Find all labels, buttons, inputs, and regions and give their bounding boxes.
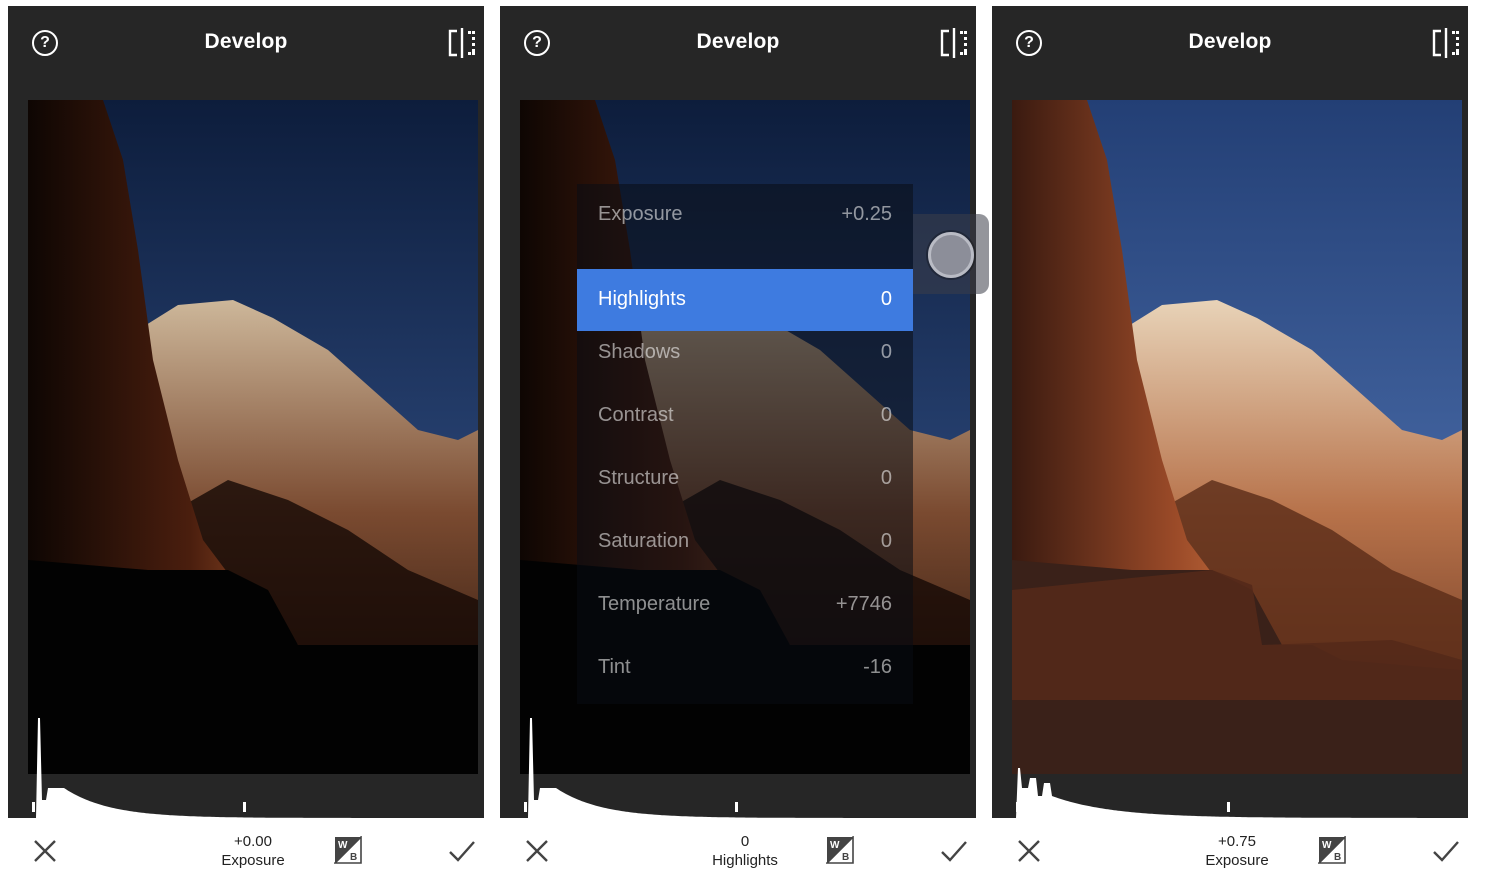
adjustment-value: 0 (740, 833, 750, 850)
canyon-photo (1012, 100, 1462, 774)
white-balance-icon[interactable]: W B (826, 836, 854, 864)
adjustment-readout[interactable]: +0.00 Exposure (153, 832, 353, 870)
histogram (1012, 768, 1468, 818)
screen-title: Develop (1188, 30, 1272, 53)
editor-panel-2: ? Develop Exposure +0.25 Highlights 0 Shad… (500, 6, 989, 878)
histogram-marker-center (243, 802, 246, 812)
menu-item-saturation[interactable]: Saturation 0 (577, 511, 913, 573)
menu-item-contrast[interactable]: Contrast 0 (577, 385, 913, 447)
compare-icon[interactable] (448, 28, 476, 58)
checkmark-icon[interactable] (448, 838, 476, 864)
compare-icon[interactable] (1432, 28, 1460, 58)
bottom-bar: +0.00 Exposure W B (8, 818, 484, 878)
close-icon[interactable] (1016, 838, 1042, 864)
bottom-bar: +0.75 Exposure W B (992, 818, 1468, 878)
histogram-marker-left (1016, 802, 1019, 812)
adjustment-value: +0.00 (234, 833, 272, 850)
photo-canvas[interactable] (28, 100, 478, 774)
compare-icon[interactable] (940, 28, 968, 58)
checkmark-icon[interactable] (940, 838, 968, 864)
adjustment-value: +0.75 (1218, 833, 1256, 850)
white-balance-icon[interactable]: W B (1318, 836, 1346, 864)
svg-text:B: B (842, 852, 849, 863)
adjustment-name: Exposure (1205, 852, 1269, 869)
top-bar: ? Develop (8, 6, 484, 80)
svg-text:W: W (1322, 840, 1332, 851)
svg-text:B: B (1334, 852, 1341, 863)
menu-item-structure[interactable]: Structure 0 (577, 448, 913, 510)
checkmark-icon[interactable] (1432, 838, 1460, 864)
close-icon[interactable] (32, 838, 58, 864)
histogram-marker-center (1227, 802, 1230, 812)
svg-text:W: W (830, 840, 840, 851)
white-balance-icon[interactable]: W B (334, 836, 362, 864)
adjustment-name: Highlights (712, 852, 778, 869)
svg-text:W: W (338, 840, 348, 851)
histogram-marker-left (524, 802, 527, 812)
histogram-fill (1012, 768, 1468, 818)
screen-title: Develop (696, 30, 780, 53)
top-bar: ? Develop (992, 6, 1468, 80)
adjustment-menu: Exposure +0.25 Highlights 0 Shadows 0 Contr… (577, 184, 913, 704)
histogram (520, 718, 976, 818)
adjustment-readout[interactable]: 0 Highlights (645, 832, 845, 870)
bottom-bar: 0 Highlights W B (500, 818, 976, 878)
menu-item-exposure[interactable]: Exposure +0.25 (577, 184, 913, 246)
photo-canvas[interactable] (1012, 100, 1462, 774)
adjustment-name: Exposure (221, 852, 285, 869)
close-icon[interactable] (524, 838, 550, 864)
histogram-marker-center (735, 802, 738, 812)
touch-indicator[interactable] (928, 232, 974, 278)
editor-panel-3: ? Develop +0.75 Exposure W B (992, 6, 1468, 878)
editor-panel-1: ? Develop +0.00 Exposure W B (8, 6, 484, 878)
histogram-fill (28, 718, 484, 818)
canyon-photo (28, 100, 478, 774)
menu-item-tint[interactable]: Tint -16 (577, 637, 913, 699)
screen-title: Develop (204, 30, 288, 53)
histogram-fill (520, 718, 976, 818)
adjustment-readout[interactable]: +0.75 Exposure (1137, 832, 1337, 870)
menu-item-shadows[interactable]: Shadows 0 (577, 322, 913, 384)
top-bar: ? Develop (500, 6, 976, 80)
svg-text:B: B (350, 852, 357, 863)
menu-item-temperature[interactable]: Temperature +7746 (577, 574, 913, 636)
histogram-marker-left (32, 802, 35, 812)
histogram (28, 718, 484, 818)
